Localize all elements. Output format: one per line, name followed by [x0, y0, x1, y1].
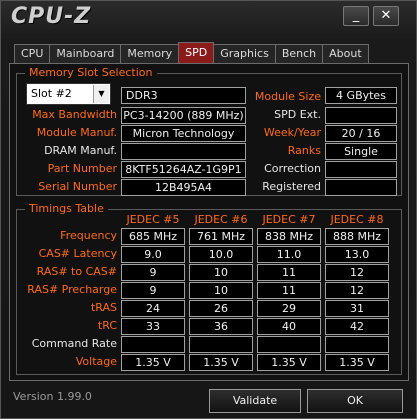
timings-col-header: JEDEC #6 — [194, 213, 248, 226]
timing-cell: 761 MHz — [189, 228, 253, 245]
slot-select-value: Slot #2 — [31, 87, 72, 100]
timing-row-label: Frequency — [60, 229, 117, 242]
minimize-button[interactable]: _ — [343, 6, 369, 26]
timings-col-header: JEDEC #5 — [126, 213, 180, 226]
app-title: CPU-Z — [11, 4, 92, 29]
module-size-value: 4 GBytes — [325, 87, 397, 104]
timing-cell: 11 — [257, 282, 321, 299]
tab-memory[interactable]: Memory — [120, 44, 180, 63]
timing-row-label: RAS# Precharge — [27, 283, 117, 296]
max-bandwidth-label: Max Bandwidth — [32, 108, 117, 121]
dram-manuf-value — [121, 143, 246, 160]
serial-number-value: 12B495A4 — [121, 179, 246, 196]
timing-cell: 10 — [189, 282, 253, 299]
spd-ext-label: SPD Ext. — [274, 108, 321, 121]
chevron-down-icon[interactable]: ▼ — [93, 85, 109, 103]
timing-cell: 888 MHz — [325, 228, 389, 245]
module-size-label: Module Size — [254, 90, 321, 103]
timing-cell: 12 — [325, 282, 389, 299]
tab-cpu[interactable]: CPU — [14, 44, 51, 63]
validate-button[interactable]: Validate — [209, 389, 301, 413]
spd-ext-value — [325, 107, 397, 124]
timing-cell: 33 — [121, 318, 185, 335]
cpuz-window: CPU-Z _ ✕ CPU Mainboard Memory SPD Graph… — [0, 0, 417, 419]
serial-number-label: Serial Number — [38, 180, 117, 193]
timing-cell: 13.0 — [325, 246, 389, 263]
tab-bench[interactable]: Bench — [274, 44, 324, 63]
timing-cell: 1.35 V — [325, 354, 389, 371]
timing-cell: 1.35 V — [189, 354, 253, 371]
timings-col-header: JEDEC #7 — [262, 213, 316, 226]
registered-label: Registered — [262, 180, 321, 193]
week-year-value: 20 / 16 — [325, 125, 397, 142]
registered-value — [325, 179, 397, 196]
timing-cell — [189, 336, 253, 353]
memory-type-field: DDR3 — [121, 87, 246, 104]
timing-cell: 10 — [189, 264, 253, 281]
timing-cell — [325, 336, 389, 353]
slot-select[interactable]: Slot #2 ▼ — [26, 83, 111, 105]
timing-cell: 12 — [325, 264, 389, 281]
timings-group-title: Timings Table — [25, 202, 108, 216]
timing-cell: 9.0 — [121, 246, 185, 263]
timing-cell: 838 MHz — [257, 228, 321, 245]
tab-mainboard[interactable]: Mainboard — [49, 44, 122, 63]
tab-bar: CPU Mainboard Memory SPD Graphics Bench … — [14, 42, 369, 64]
spd-panel: Memory Slot Selection Slot #2 ▼ DDR3 Max… — [9, 63, 409, 381]
timing-cell: 10.0 — [189, 246, 253, 263]
tab-graphics[interactable]: Graphics — [213, 44, 276, 63]
module-manuf-label: Module Manuf. — [36, 126, 117, 139]
timing-cell: 40 — [257, 318, 321, 335]
timing-cell — [121, 336, 185, 353]
timing-row-label: Command Rate — [31, 337, 117, 350]
timing-row-label: Voltage — [75, 355, 117, 368]
timing-row-label: tRC — [97, 319, 117, 332]
timing-cell: 685 MHz — [121, 228, 185, 245]
timing-row-label: RAS# to CAS# — [36, 265, 117, 278]
dram-manuf-label: DRAM Manuf. — [44, 144, 117, 157]
timing-cell: 9 — [121, 282, 185, 299]
timing-cell: 29 — [257, 300, 321, 317]
timing-row-label: tRAS — [90, 301, 117, 314]
ranks-label: Ranks — [287, 144, 321, 157]
correction-value — [325, 161, 397, 178]
memory-slot-group-title: Memory Slot Selection — [25, 66, 157, 80]
ranks-value: Single — [325, 143, 397, 160]
tab-about[interactable]: About — [322, 44, 369, 63]
part-number-value: 8KTF51264AZ-1G9P1 — [121, 161, 246, 178]
correction-label: Correction — [264, 162, 321, 175]
timing-cell: 26 — [189, 300, 253, 317]
module-manuf-value: Micron Technology — [121, 125, 246, 142]
close-icon[interactable]: ✕ — [373, 6, 399, 26]
memory-slot-group: Memory Slot Selection Slot #2 ▼ DDR3 Max… — [16, 66, 402, 196]
timings-col-header: JEDEC #8 — [330, 213, 384, 226]
timing-cell: 1.35 V — [121, 354, 185, 371]
timing-cell: 1.35 V — [257, 354, 321, 371]
timing-cell — [257, 336, 321, 353]
timing-cell: 42 — [325, 318, 389, 335]
timing-cell: 11 — [257, 264, 321, 281]
max-bandwidth-value: PC3-14200 (889 MHz) — [121, 107, 246, 124]
version-label: Version 1.99.0 — [13, 390, 92, 403]
timing-row-label: CAS# Latency — [38, 247, 117, 260]
timing-cell: 11.0 — [257, 246, 321, 263]
timing-cell: 24 — [121, 300, 185, 317]
timing-cell: 31 — [325, 300, 389, 317]
ok-button[interactable]: OK — [307, 389, 403, 413]
timings-group: Timings Table JEDEC #5 JEDEC #6 JEDEC #7… — [16, 202, 402, 375]
timing-cell: 9 — [121, 264, 185, 281]
week-year-label: Week/Year — [263, 126, 321, 139]
tab-spd[interactable]: SPD — [178, 42, 215, 63]
timing-cell: 36 — [189, 318, 253, 335]
part-number-label: Part Number — [47, 162, 117, 175]
